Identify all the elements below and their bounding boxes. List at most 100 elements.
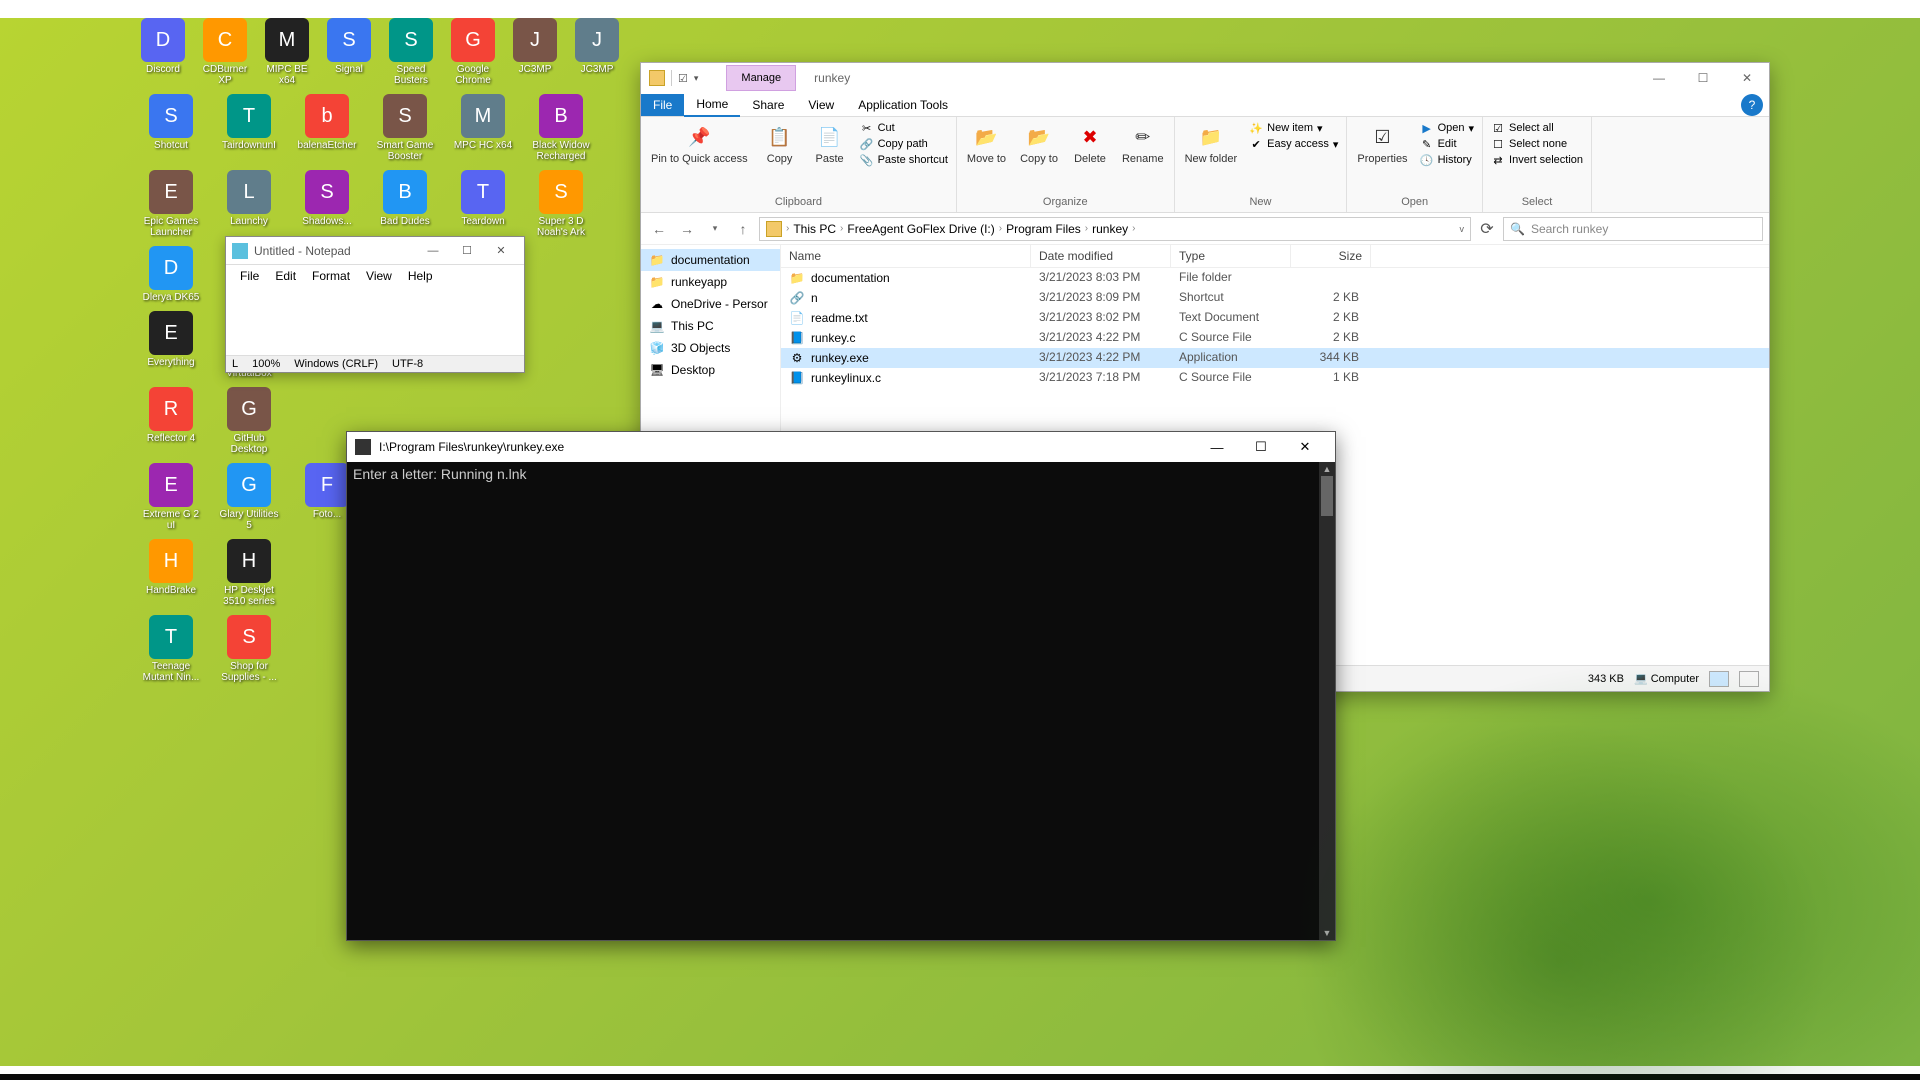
minimize-button[interactable]: — bbox=[416, 240, 450, 262]
nav-item[interactable]: 💻This PC bbox=[641, 315, 780, 337]
delete-button[interactable]: ✖Delete bbox=[1070, 121, 1110, 167]
copy-to-button[interactable]: 📂Copy to bbox=[1018, 121, 1060, 167]
desktop-icon[interactable]: LLaunchy bbox=[218, 170, 280, 238]
desktop-icon[interactable]: DDlerya DK65 bbox=[140, 246, 202, 303]
file-row[interactable]: 📄readme.txt3/21/2023 8:02 PMText Documen… bbox=[781, 308, 1769, 328]
desktop-icon[interactable]: MMPC HC x64 bbox=[452, 94, 514, 162]
tab-home[interactable]: Home bbox=[684, 93, 740, 117]
menu-edit[interactable]: Edit bbox=[267, 267, 304, 285]
desktop-icon[interactable]: BBad Dudes bbox=[374, 170, 436, 238]
large-icons-view-button[interactable] bbox=[1739, 671, 1759, 687]
console-output[interactable]: Enter a letter: Running n.lnk ▲ ▼ bbox=[347, 462, 1335, 940]
close-button[interactable]: ✕ bbox=[1725, 64, 1769, 92]
easy-access-button[interactable]: ✔Easy access ▾ bbox=[1249, 137, 1338, 151]
refresh-button[interactable]: ⟳ bbox=[1475, 219, 1499, 239]
scroll-thumb[interactable] bbox=[1321, 476, 1333, 516]
details-view-button[interactable] bbox=[1709, 671, 1729, 687]
copy-button[interactable]: 📋Copy bbox=[760, 121, 800, 167]
notepad-textarea[interactable] bbox=[226, 287, 524, 355]
desktop-icon[interactable]: HHandBrake bbox=[140, 539, 202, 607]
open-button[interactable]: ▶Open ▾ bbox=[1420, 121, 1474, 135]
recent-dropdown[interactable]: ▾ bbox=[703, 217, 727, 241]
desktop-icon[interactable]: EExtreme G 2 uI bbox=[140, 463, 202, 531]
file-row[interactable]: 🔗n3/21/2023 8:09 PMShortcut2 KB bbox=[781, 288, 1769, 308]
desktop-icon[interactable]: BBlack Widow Recharged bbox=[530, 94, 592, 162]
nav-item[interactable]: 🧊3D Objects bbox=[641, 337, 780, 359]
rename-button[interactable]: ✏Rename bbox=[1120, 121, 1166, 167]
desktop-icon[interactable]: bbalenaEtcher bbox=[296, 94, 358, 162]
new-folder-button[interactable]: 📁New folder bbox=[1183, 121, 1240, 167]
qat-dropdown[interactable]: ▾ bbox=[694, 73, 699, 84]
notepad-titlebar[interactable]: Untitled - Notepad — ☐ ✕ bbox=[226, 237, 524, 265]
console-scrollbar[interactable]: ▲ ▼ bbox=[1319, 462, 1335, 940]
desktop-icon[interactable]: SSuper 3 D Noah's Ark bbox=[530, 170, 592, 238]
minimize-button[interactable]: — bbox=[1195, 433, 1239, 461]
col-date[interactable]: Date modified bbox=[1031, 245, 1171, 267]
desktop-icon[interactable]: GGitHub Desktop bbox=[218, 387, 280, 455]
move-to-button[interactable]: 📂Move to bbox=[965, 121, 1008, 167]
desktop-icon[interactable]: SShop for Supplies - ... bbox=[218, 615, 280, 683]
desktop-icon[interactable]: SShotcut bbox=[140, 94, 202, 162]
up-button[interactable]: ↑ bbox=[731, 217, 755, 241]
nav-item[interactable]: 📁documentation bbox=[641, 249, 780, 271]
crumb-runkey[interactable]: runkey bbox=[1092, 222, 1128, 236]
search-box[interactable]: 🔍 Search runkey bbox=[1503, 217, 1763, 241]
desktop-icon[interactable]: SShadows... bbox=[296, 170, 358, 238]
tab-share[interactable]: Share bbox=[740, 94, 796, 116]
crumb-this-pc[interactable]: This PC bbox=[793, 222, 836, 236]
console-titlebar[interactable]: I:\Program Files\runkey\runkey.exe — ☐ ✕ bbox=[347, 432, 1335, 462]
file-row[interactable]: ⚙runkey.exe3/21/2023 4:22 PMApplication3… bbox=[781, 348, 1769, 368]
desktop-icon[interactable]: CCDBurnerXP bbox=[202, 18, 248, 86]
tab-file[interactable]: File bbox=[641, 94, 684, 116]
select-all-button[interactable]: ☑Select all bbox=[1491, 121, 1583, 135]
file-row[interactable]: 📁documentation3/21/2023 8:03 PMFile fold… bbox=[781, 268, 1769, 288]
desktop-icon[interactable]: EEverything bbox=[140, 311, 202, 379]
select-none-button[interactable]: ☐Select none bbox=[1491, 137, 1583, 151]
desktop-icon[interactable]: JJC3MP bbox=[574, 18, 620, 86]
pin-quick-access-button[interactable]: 📌Pin to Quick access bbox=[649, 121, 750, 167]
minimize-button[interactable]: — bbox=[1637, 64, 1681, 92]
desktop-icon[interactable]: DDiscord bbox=[140, 18, 186, 86]
col-type[interactable]: Type bbox=[1171, 245, 1291, 267]
desktop-icon[interactable]: TTeardown bbox=[452, 170, 514, 238]
desktop-icon[interactable]: TTeenage Mutant Nin... bbox=[140, 615, 202, 683]
crumb-drive[interactable]: FreeAgent GoFlex Drive (I:) bbox=[847, 222, 994, 236]
desktop-icon[interactable]: TTairdownunI bbox=[218, 94, 280, 162]
desktop-icon[interactable]: MMIPC BE x64 bbox=[264, 18, 310, 86]
nav-item[interactable]: ☁OneDrive - Persor bbox=[641, 293, 780, 315]
forward-button[interactable]: → bbox=[675, 217, 699, 241]
invert-selection-button[interactable]: ⇄Invert selection bbox=[1491, 153, 1583, 167]
file-row[interactable]: 📘runkeylinux.c3/21/2023 7:18 PMC Source … bbox=[781, 368, 1769, 388]
scroll-down-icon[interactable]: ▼ bbox=[1319, 926, 1335, 940]
desktop-icon[interactable]: SSpeed Busters bbox=[388, 18, 434, 86]
back-button[interactable]: ← bbox=[647, 217, 671, 241]
breadcrumb-bar[interactable]: › This PC › FreeAgent GoFlex Drive (I:) … bbox=[759, 217, 1471, 241]
nav-item[interactable]: 📁runkeyapp bbox=[641, 271, 780, 293]
desktop-icon[interactable]: SSmart Game Booster bbox=[374, 94, 436, 162]
maximize-button[interactable]: ☐ bbox=[1239, 433, 1283, 461]
desktop-icon[interactable]: GGoogle Chrome bbox=[450, 18, 496, 86]
tab-application-tools[interactable]: Application Tools bbox=[846, 94, 960, 116]
close-button[interactable]: ✕ bbox=[484, 240, 518, 262]
desktop-icon[interactable]: RReflector 4 bbox=[140, 387, 202, 455]
maximize-button[interactable]: ☐ bbox=[450, 240, 484, 262]
explorer-titlebar[interactable]: ☑ ▾ Manage runkey — ☐ ✕ bbox=[641, 63, 1769, 93]
paste-button[interactable]: 📄Paste bbox=[810, 121, 850, 167]
new-item-button[interactable]: ✨New item ▾ bbox=[1249, 121, 1338, 135]
paste-shortcut-button[interactable]: 📎Paste shortcut bbox=[860, 153, 948, 167]
col-name[interactable]: Name bbox=[781, 245, 1031, 267]
file-row[interactable]: 📘runkey.c3/21/2023 4:22 PMC Source File2… bbox=[781, 328, 1769, 348]
desktop-icon[interactable]: HHP Deskjet 3510 series bbox=[218, 539, 280, 607]
maximize-button[interactable]: ☐ bbox=[1681, 64, 1725, 92]
menu-file[interactable]: File bbox=[232, 267, 267, 285]
tab-view[interactable]: View bbox=[796, 94, 846, 116]
desktop-icon[interactable]: JJC3MP bbox=[512, 18, 558, 86]
edit-button[interactable]: ✎Edit bbox=[1420, 137, 1474, 151]
address-dropdown[interactable]: v bbox=[1460, 224, 1465, 234]
properties-button[interactable]: ☑Properties bbox=[1355, 121, 1409, 167]
menu-help[interactable]: Help bbox=[400, 267, 441, 285]
cut-button[interactable]: ✂Cut bbox=[860, 121, 948, 135]
desktop-icon[interactable]: GGlary Utilities 5 bbox=[218, 463, 280, 531]
crumb-program-files[interactable]: Program Files bbox=[1006, 222, 1081, 236]
history-button[interactable]: 🕓History bbox=[1420, 153, 1474, 167]
